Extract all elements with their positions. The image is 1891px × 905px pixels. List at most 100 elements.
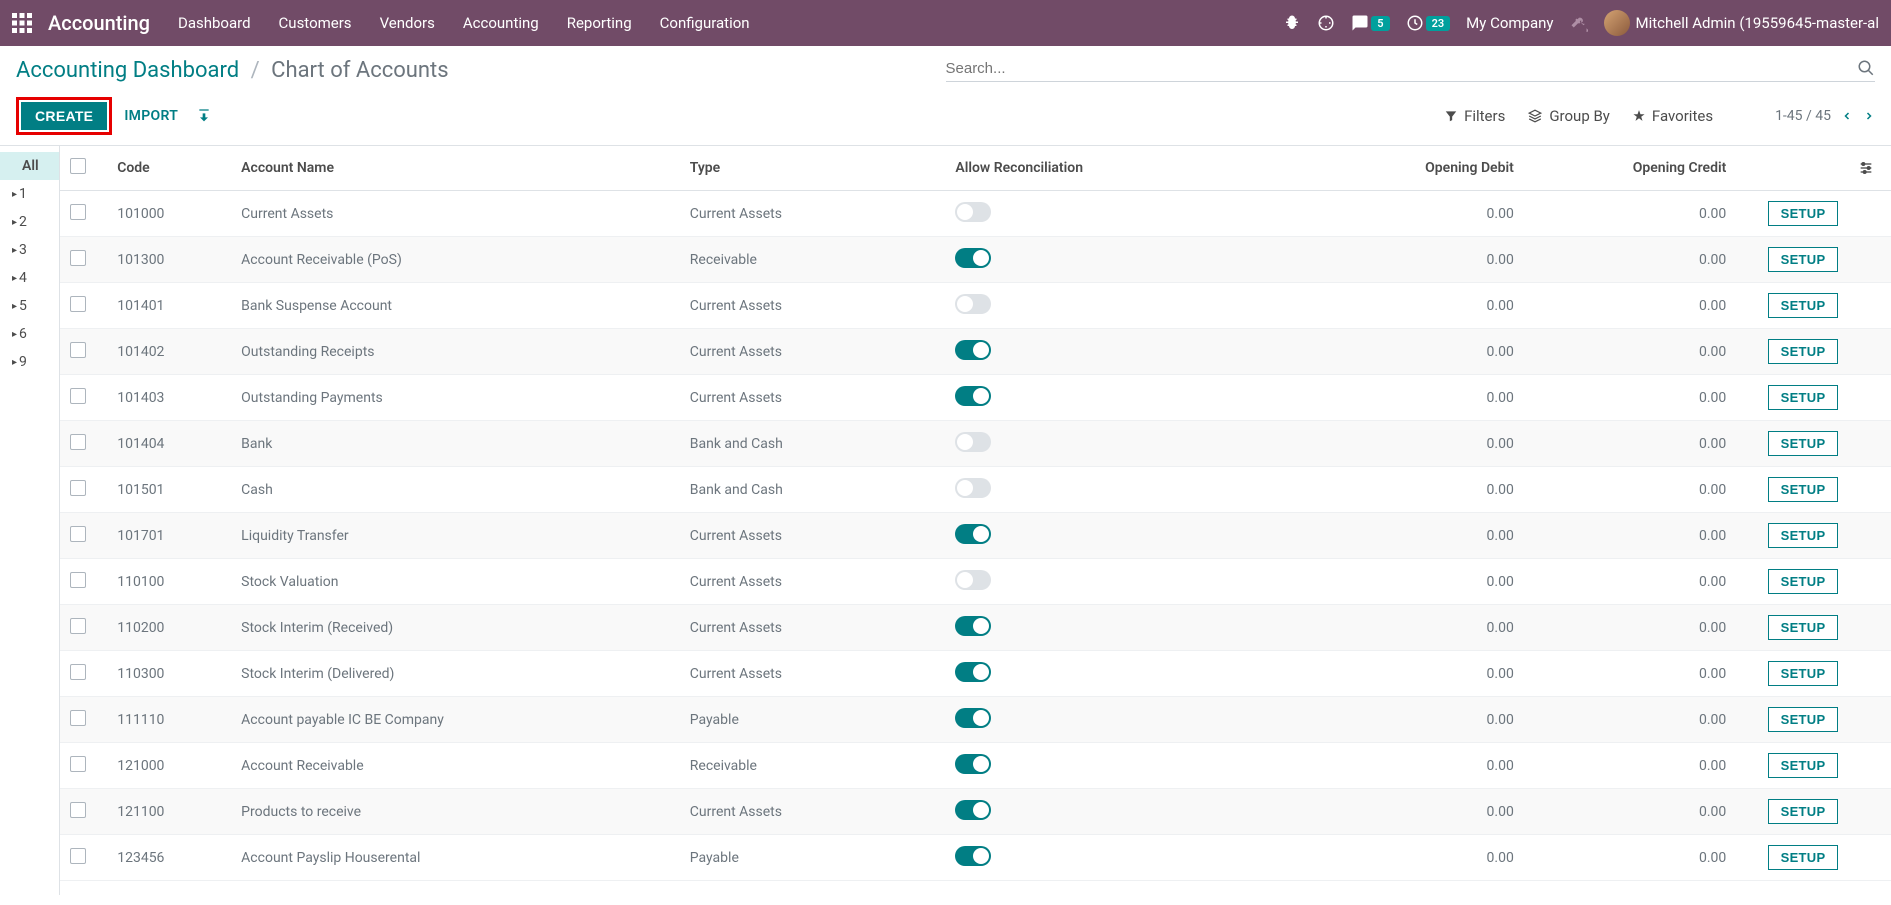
cell-credit[interactable]: 0.00 [1524, 237, 1736, 283]
pager-text[interactable]: 1-45 / 45 [1775, 108, 1831, 124]
cell-name[interactable]: Account Receivable (PoS) [231, 237, 680, 283]
cell-type[interactable]: Receivable [680, 237, 946, 283]
groupby-button[interactable]: Group By [1527, 107, 1610, 125]
cell-code[interactable]: 110200 [107, 605, 231, 651]
cell-name[interactable]: Account Payslip Houserental [231, 835, 680, 881]
recon-toggle[interactable] [955, 616, 991, 636]
select-all-checkbox[interactable] [70, 158, 86, 174]
setup-button[interactable]: SETUP [1768, 753, 1839, 778]
cell-debit[interactable]: 0.00 [1311, 283, 1523, 329]
activities-icon[interactable]: 23 [1406, 14, 1451, 32]
setup-button[interactable]: SETUP [1768, 799, 1839, 824]
table-row[interactable]: 121000 Account Receivable Receivable 0.0… [60, 743, 1891, 789]
cell-type[interactable]: Current Assets [680, 513, 946, 559]
cell-debit[interactable]: 0.00 [1311, 329, 1523, 375]
cell-credit[interactable]: 0.00 [1524, 283, 1736, 329]
cell-credit[interactable]: 0.00 [1524, 605, 1736, 651]
cell-code[interactable]: 123456 [107, 835, 231, 881]
support-icon[interactable] [1317, 14, 1335, 32]
recon-toggle[interactable] [955, 754, 991, 774]
setup-button[interactable]: SETUP [1768, 477, 1839, 502]
sidebar-item-4[interactable]: ▸4 [0, 264, 59, 292]
import-button[interactable]: IMPORT [124, 108, 178, 124]
cell-credit[interactable]: 0.00 [1524, 329, 1736, 375]
create-button[interactable]: CREATE [21, 102, 107, 130]
setup-button[interactable]: SETUP [1768, 845, 1839, 870]
row-checkbox[interactable] [70, 388, 86, 404]
cell-credit[interactable]: 0.00 [1524, 835, 1736, 881]
cell-code[interactable]: 101401 [107, 283, 231, 329]
cell-type[interactable]: Current Assets [680, 191, 946, 237]
pager-next-icon[interactable] [1863, 108, 1875, 124]
setup-button[interactable]: SETUP [1768, 293, 1839, 318]
recon-toggle[interactable] [955, 570, 991, 590]
recon-toggle[interactable] [955, 202, 991, 222]
cell-debit[interactable]: 0.00 [1311, 697, 1523, 743]
th-options[interactable] [1848, 146, 1891, 191]
cell-code[interactable]: 121000 [107, 743, 231, 789]
cell-code[interactable]: 101404 [107, 421, 231, 467]
table-row[interactable]: 101501 Cash Bank and Cash 0.00 0.00 SETU… [60, 467, 1891, 513]
cell-debit[interactable]: 0.00 [1311, 605, 1523, 651]
cell-code[interactable]: 110100 [107, 559, 231, 605]
row-checkbox[interactable] [70, 296, 86, 312]
cell-code[interactable]: 101000 [107, 191, 231, 237]
cell-type[interactable]: Bank and Cash [680, 467, 946, 513]
recon-toggle[interactable] [955, 294, 991, 314]
recon-toggle[interactable] [955, 478, 991, 498]
cell-name[interactable]: Bank [231, 421, 680, 467]
row-checkbox[interactable] [70, 480, 86, 496]
cell-name[interactable]: Account payable IC BE Company [231, 697, 680, 743]
menu-customers[interactable]: Customers [279, 14, 352, 32]
cell-credit[interactable]: 0.00 [1524, 789, 1736, 835]
cell-type[interactable]: Payable [680, 835, 946, 881]
sidebar-item-all[interactable]: All [0, 152, 59, 180]
pager-prev-icon[interactable] [1841, 108, 1853, 124]
cell-name[interactable]: Outstanding Payments [231, 375, 680, 421]
th-code[interactable]: Code [107, 146, 231, 191]
setup-button[interactable]: SETUP [1768, 615, 1839, 640]
cell-code[interactable]: 101402 [107, 329, 231, 375]
breadcrumb-parent[interactable]: Accounting Dashboard [16, 58, 239, 83]
cell-credit[interactable]: 0.00 [1524, 559, 1736, 605]
search-icon[interactable] [1857, 59, 1875, 77]
row-checkbox[interactable] [70, 848, 86, 864]
recon-toggle[interactable] [955, 524, 991, 544]
cell-debit[interactable]: 0.00 [1311, 789, 1523, 835]
cell-code[interactable]: 110300 [107, 651, 231, 697]
cell-type[interactable]: Current Assets [680, 329, 946, 375]
cell-type[interactable]: Payable [680, 697, 946, 743]
recon-toggle[interactable] [955, 708, 991, 728]
table-row[interactable]: 111110 Account payable IC BE Company Pay… [60, 697, 1891, 743]
setup-button[interactable]: SETUP [1768, 707, 1839, 732]
th-name[interactable]: Account Name [231, 146, 680, 191]
setup-button[interactable]: SETUP [1768, 431, 1839, 456]
th-recon[interactable]: Allow Reconciliation [945, 146, 1311, 191]
brand[interactable]: Accounting [48, 11, 150, 35]
row-checkbox[interactable] [70, 434, 86, 450]
filters-button[interactable]: Filters [1444, 107, 1505, 125]
cell-name[interactable]: Stock Valuation [231, 559, 680, 605]
table-row[interactable]: 101300 Account Receivable (PoS) Receivab… [60, 237, 1891, 283]
recon-toggle[interactable] [955, 386, 991, 406]
setup-button[interactable]: SETUP [1768, 201, 1839, 226]
recon-toggle[interactable] [955, 248, 991, 268]
sidebar-item-5[interactable]: ▸5 [0, 292, 59, 320]
cell-name[interactable]: Stock Interim (Delivered) [231, 651, 680, 697]
recon-toggle[interactable] [955, 800, 991, 820]
setup-button[interactable]: SETUP [1768, 569, 1839, 594]
menu-accounting[interactable]: Accounting [463, 14, 539, 32]
cell-debit[interactable]: 0.00 [1311, 513, 1523, 559]
cell-code[interactable]: 101701 [107, 513, 231, 559]
cell-code[interactable]: 111110 [107, 697, 231, 743]
row-checkbox[interactable] [70, 572, 86, 588]
sidebar-item-6[interactable]: ▸6 [0, 320, 59, 348]
row-checkbox[interactable] [70, 756, 86, 772]
cell-name[interactable]: Cash [231, 467, 680, 513]
cell-type[interactable]: Current Assets [680, 605, 946, 651]
recon-toggle[interactable] [955, 846, 991, 866]
row-checkbox[interactable] [70, 204, 86, 220]
sidebar-item-1[interactable]: ▸1 [0, 180, 59, 208]
cell-debit[interactable]: 0.00 [1311, 835, 1523, 881]
cell-code[interactable]: 101501 [107, 467, 231, 513]
